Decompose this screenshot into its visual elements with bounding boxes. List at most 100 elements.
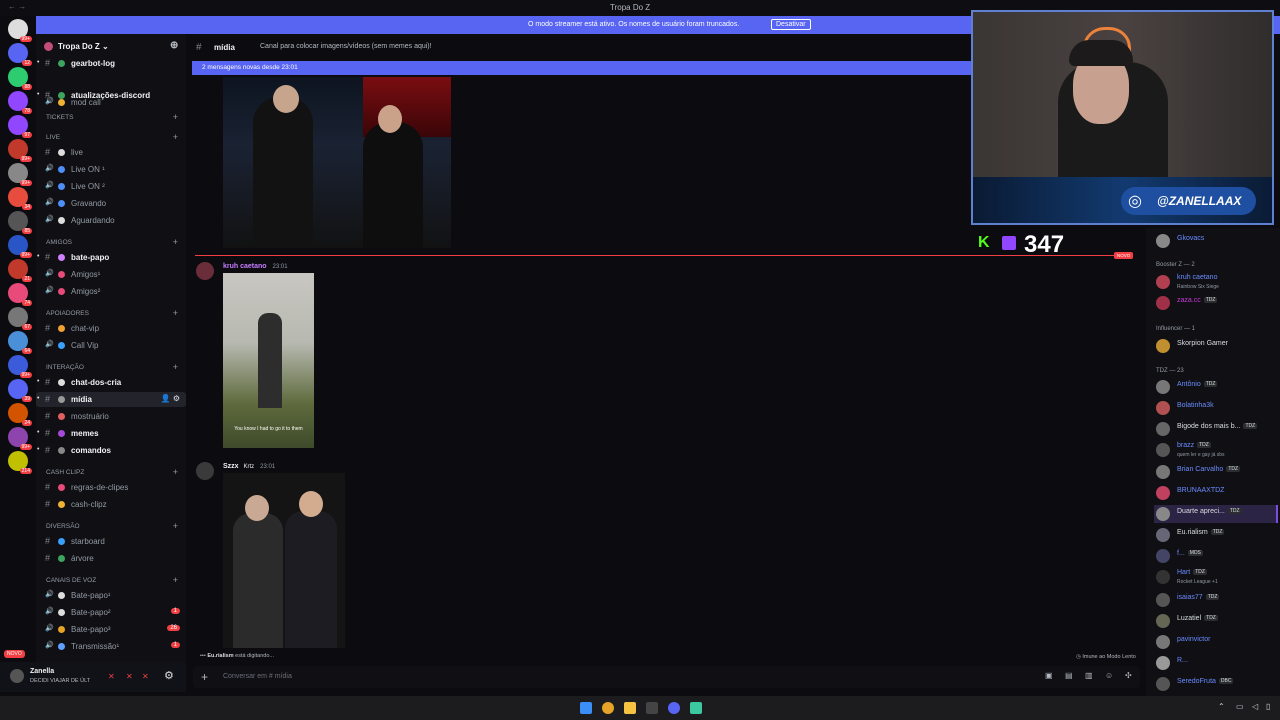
server-icon[interactable]: 99+ — [8, 139, 32, 162]
add-channel-icon[interactable]: + — [173, 467, 178, 477]
image-attachment[interactable] — [223, 77, 451, 248]
category-header[interactable]: DIVERSÃO + — [36, 520, 186, 534]
channel-settings-icon[interactable]: 👤 ⚙ — [161, 394, 180, 403]
channel-item[interactable]: 🔊 Amigos¹ — [36, 267, 186, 282]
disable-streamer-button[interactable]: Desativar — [771, 19, 811, 30]
tray-chevron-icon[interactable]: ⌃ — [1218, 702, 1225, 711]
server-icon[interactable]: 214 — [8, 451, 32, 474]
discord-icon[interactable] — [668, 702, 680, 714]
category-header[interactable]: AMIGOS + — [36, 236, 186, 250]
channel-item[interactable]: # starboard — [36, 534, 186, 549]
battery-icon[interactable]: ▯ — [1266, 702, 1270, 711]
server-icon[interactable]: 99+ — [8, 427, 32, 450]
channel-item[interactable]: 🔊 Transmissão¹ 1 — [36, 639, 186, 654]
apps-icon[interactable]: ✣ — [1125, 671, 1132, 680]
nav-arrows[interactable]: ← → — [8, 2, 26, 11]
disconnect-icon[interactable]: ✕ — [142, 672, 149, 681]
avatar[interactable] — [10, 669, 24, 683]
avatar[interactable] — [196, 462, 214, 480]
server-icon[interactable]: 99+ — [8, 235, 32, 258]
server-icon[interactable]: 24 — [8, 403, 32, 426]
server-icon[interactable]: 39 — [8, 379, 32, 402]
member-item[interactable]: Antônio TDZ — [1154, 378, 1278, 396]
server-icon[interactable]: 88 — [8, 67, 32, 90]
gear-icon[interactable]: ⚙ — [164, 669, 174, 682]
server-icon[interactable]: 99+ — [8, 355, 32, 378]
channel-item[interactable]: 🔊 Live ON ² — [36, 179, 186, 194]
add-channel-icon[interactable]: + — [173, 521, 178, 531]
member-item[interactable]: SeredoFruta DBC — [1154, 675, 1278, 693]
channel-item[interactable]: 🔊 Bate-papo¹ — [36, 588, 186, 603]
channel-item[interactable]: 🔊 Aguardando — [36, 213, 186, 228]
sticker-icon[interactable]: ▥ — [1085, 671, 1093, 680]
channel-item[interactable]: # chat-vip — [36, 321, 186, 336]
message-author[interactable]: Szzx — [223, 463, 239, 470]
server-icon[interactable]: 34 — [8, 187, 32, 210]
category-header[interactable]: INTERAÇÃO + — [36, 361, 186, 375]
member-item[interactable]: Bigode dos mais b... TDZ — [1154, 420, 1278, 438]
avatar[interactable] — [196, 262, 214, 280]
deafen-icon[interactable]: ✕ — [126, 672, 133, 681]
server-icon[interactable]: 78 — [8, 91, 32, 114]
invite-icon[interactable]: ⊕ — [170, 40, 178, 51]
channel-item[interactable]: # regras-de-clipes — [36, 480, 186, 495]
new-messages-bar[interactable]: 2 mensagens novas desde 23:01 — [192, 61, 972, 75]
channel-item[interactable]: • # mídia 👤 ⚙ — [36, 392, 186, 407]
network-icon[interactable]: ▭ — [1236, 702, 1244, 711]
add-channel-icon[interactable]: + — [173, 132, 178, 142]
member-item[interactable]: kruh caetano Rainbow Six Siege — [1154, 273, 1278, 291]
gif-icon[interactable]: ▤ — [1065, 671, 1073, 680]
channel-item[interactable]: # live — [36, 145, 186, 160]
message-composer[interactable]: + Conversar em # mídia ▣ ▤ ▥ ☺ ✣ — [193, 666, 1140, 688]
app-icon[interactable] — [646, 702, 658, 714]
server-icon[interactable]: 21 — [8, 259, 32, 282]
channel-item[interactable]: • # comandos — [36, 443, 186, 458]
channel-item[interactable]: # mostruário — [36, 409, 186, 424]
category-header[interactable]: CANAIS DE VOZ + — [36, 574, 186, 588]
channel-item[interactable]: • # memes — [36, 426, 186, 441]
member-item[interactable]: Hart TDZ Rocket League +1 — [1154, 568, 1278, 586]
server-icon[interactable]: 12 — [8, 43, 32, 66]
channel-item[interactable]: 🔊 Live ON ¹ — [36, 162, 186, 177]
member-item[interactable]: Eu.rialism TDZ — [1154, 526, 1278, 544]
add-channel-icon[interactable]: + — [173, 362, 178, 372]
category-header[interactable]: LIVE + — [36, 131, 186, 145]
windows-start-icon[interactable] — [580, 702, 592, 714]
channel-item[interactable]: 🔊 mod call — [36, 95, 186, 110]
category-header[interactable]: CASH CLIPZ + — [36, 466, 186, 480]
channel-item[interactable]: • # chat-dos-cria — [36, 375, 186, 390]
category-header[interactable]: TICKETS + — [36, 111, 186, 125]
server-icon[interactable]: 64 — [8, 331, 32, 354]
member-item[interactable]: pavinvictor — [1154, 633, 1278, 651]
server-icon[interactable]: 85 — [8, 211, 32, 234]
add-channel-icon[interactable]: + — [173, 575, 178, 585]
message-author[interactable]: kruh caetano — [223, 263, 267, 270]
folder-icon[interactable] — [624, 702, 636, 714]
member-item[interactable]: Skorpion Gamer — [1154, 337, 1278, 355]
member-item[interactable]: isaias77 TDZ — [1154, 591, 1278, 609]
add-channel-icon[interactable]: + — [173, 237, 178, 247]
channel-item[interactable]: 🔊 Gravando — [36, 196, 186, 211]
channel-item[interactable]: 🔊 Call Vip — [36, 338, 186, 353]
image-attachment[interactable]: You know I had to go it to them — [223, 273, 314, 448]
member-item[interactable]: Duarte apreci... TDZ — [1154, 505, 1278, 523]
server-icon[interactable]: 97 — [8, 115, 32, 138]
chrome-icon[interactable] — [602, 702, 614, 714]
add-attachment-icon[interactable]: + — [201, 670, 208, 684]
channel-item[interactable]: 🔊 Bate-papo³ 26 — [36, 622, 186, 637]
guild-header[interactable]: Tropa Do Z ⌄ ⊕ — [36, 34, 186, 58]
volume-icon[interactable]: ◁ — [1252, 702, 1258, 711]
server-icon[interactable]: 99+ — [8, 19, 32, 42]
server-icon[interactable]: 99+ — [8, 163, 32, 186]
channel-item[interactable]: 🔊 Bate-papo² 1 — [36, 605, 186, 620]
member-item[interactable]: zaza.cc TDZ — [1154, 294, 1278, 312]
channel-topic[interactable]: Canal para colocar imagens/vídeos (sem m… — [260, 43, 432, 50]
channel-item[interactable]: • # gearbot-log — [36, 56, 186, 71]
member-item[interactable]: BRUNAAXTDZ — [1154, 484, 1278, 502]
server-icon[interactable]: 74 — [8, 283, 32, 306]
member-item[interactable]: Bolatinha3k — [1154, 399, 1278, 417]
message-input[interactable]: Conversar em # mídia — [223, 673, 292, 680]
member-item[interactable]: Brian Carvalho TDZ — [1154, 463, 1278, 481]
channel-item[interactable]: • # bate-papo — [36, 250, 186, 265]
member-item[interactable]: Luzatiel TDZ — [1154, 612, 1278, 630]
